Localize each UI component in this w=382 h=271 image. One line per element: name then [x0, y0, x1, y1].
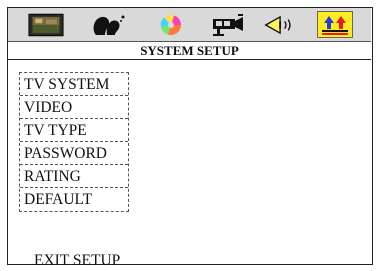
- setup-window: SYSTEM SETUP TV SYSTEM VIDEO TV TYPE PAS…: [7, 7, 373, 269]
- setup-toolbar: [8, 8, 371, 42]
- setup-menu: TV SYSTEM VIDEO TV TYPE PASSWORD RATING …: [19, 72, 129, 212]
- menu-item-tv-system[interactable]: TV SYSTEM: [20, 73, 128, 96]
- tab-language[interactable]: [90, 11, 126, 38]
- system-setup-icon: [322, 15, 348, 35]
- menu-item-video[interactable]: VIDEO: [20, 96, 128, 119]
- tab-video[interactable]: [210, 11, 246, 38]
- menu-item-rating[interactable]: RATING: [20, 165, 128, 188]
- menu-item-password[interactable]: PASSWORD: [20, 142, 128, 165]
- video-camera-icon: [213, 13, 243, 36]
- tab-audio[interactable]: [153, 11, 189, 38]
- tab-system-setup[interactable]: [317, 11, 353, 38]
- exit-setup-button[interactable]: EXIT SETUP: [34, 252, 120, 270]
- tab-speaker[interactable]: [263, 11, 299, 38]
- language-faces-icon: [93, 15, 125, 35]
- tv-screen-icon: [28, 13, 64, 36]
- speaker-icon: [264, 15, 291, 34]
- menu-item-default[interactable]: DEFAULT: [20, 188, 128, 211]
- audio-disc-icon: [160, 14, 181, 35]
- tab-general[interactable]: [28, 11, 64, 38]
- menu-item-tv-type[interactable]: TV TYPE: [20, 119, 128, 142]
- page-title: SYSTEM SETUP: [8, 42, 371, 60]
